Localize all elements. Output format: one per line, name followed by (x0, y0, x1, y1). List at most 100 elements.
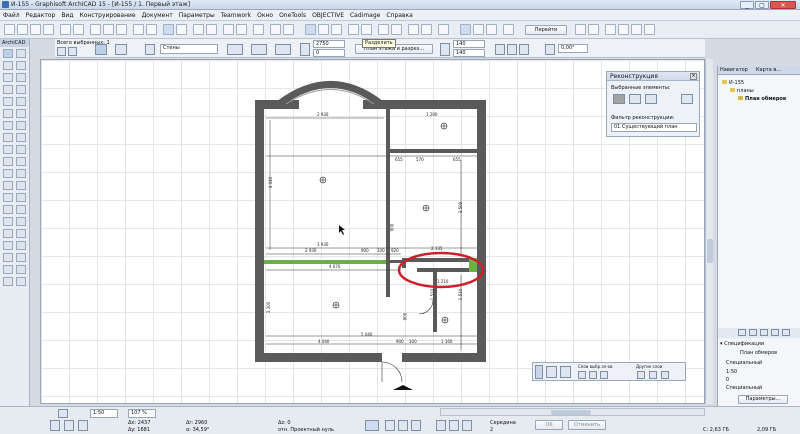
curtain-icon[interactable] (378, 24, 389, 35)
tree-item-survey-plan[interactable]: План обмеров (738, 96, 786, 102)
tree-root[interactable]: И-155 (722, 80, 744, 86)
polyline-tool-icon[interactable] (3, 217, 13, 226)
text-tool-icon[interactable] (16, 157, 26, 166)
rotate-icon[interactable] (391, 24, 402, 35)
ref-line-icon-2[interactable] (507, 44, 517, 55)
zoom-in-icon[interactable] (605, 24, 616, 35)
stretch-icon[interactable] (421, 24, 432, 35)
paste-icon[interactable] (116, 24, 127, 35)
snap-icon-2[interactable] (385, 420, 395, 431)
copy-icon[interactable] (103, 24, 114, 35)
offset-icon[interactable] (361, 24, 372, 35)
nav-btn-1[interactable] (738, 329, 746, 336)
nav-btn-4[interactable] (771, 329, 779, 336)
shell-tool-icon[interactable] (16, 85, 26, 94)
selection-icon[interactable] (57, 47, 66, 56)
horizontal-scroll-thumb[interactable] (551, 410, 591, 415)
spec-section[interactable]: ▾ Спецификации (720, 341, 764, 347)
layer-icon[interactable] (236, 24, 247, 35)
menu-onetools[interactable]: OneTools (276, 10, 309, 20)
scale-icon[interactable] (58, 409, 68, 418)
trim-icon[interactable] (348, 24, 359, 35)
tab-navigator[interactable]: Навигатор (720, 67, 748, 73)
coord-icon-3[interactable] (78, 420, 88, 431)
existing-icon[interactable] (613, 94, 625, 104)
maximize-button[interactable]: ▢ (755, 1, 769, 9)
other-lock-icon[interactable] (649, 371, 657, 379)
pencil-icon[interactable] (133, 24, 144, 35)
menu-objective[interactable]: OBJECTIVE (309, 10, 347, 20)
pet-palette-icon[interactable] (535, 365, 543, 379)
height-icon[interactable] (300, 43, 310, 56)
snap-icon-5[interactable] (436, 420, 446, 431)
arrow-tool-icon[interactable] (163, 24, 174, 35)
snap-icon-7[interactable] (462, 420, 472, 431)
split-icon[interactable] (305, 24, 316, 35)
pick-icon[interactable] (146, 24, 157, 35)
parameters-button[interactable]: Параметры... (738, 395, 788, 404)
filter-select[interactable]: 01 Существующий план (611, 123, 697, 132)
interior-tool-icon[interactable] (16, 265, 26, 274)
snap-icon-6[interactable] (449, 420, 459, 431)
section-tool-icon[interactable] (3, 253, 13, 262)
menu-cadimage[interactable]: Cadimage (347, 10, 383, 20)
group-icon[interactable] (438, 24, 449, 35)
pan-icon[interactable] (644, 24, 655, 35)
spline-tool-icon[interactable] (16, 217, 26, 226)
menu-design[interactable]: Конструирование (76, 10, 138, 20)
goto-button[interactable]: Перейти (525, 25, 567, 35)
grid-icon[interactable] (223, 24, 234, 35)
mesh-tool-icon[interactable] (16, 97, 26, 106)
menu-help[interactable]: Справка (383, 10, 415, 20)
menu-document[interactable]: Документ (139, 10, 176, 20)
menu-view[interactable]: Вид (58, 10, 76, 20)
detail-tool-icon[interactable] (16, 253, 26, 262)
cancel-button[interactable]: Отменить (568, 420, 606, 430)
railing-tool-icon[interactable] (16, 109, 26, 118)
roof-tool-icon[interactable] (3, 85, 13, 94)
curtain-tool-icon[interactable] (3, 121, 13, 130)
morph-tool-icon[interactable] (3, 97, 13, 106)
adjust-icon[interactable] (318, 24, 329, 35)
arrow-tool-icon[interactable] (3, 49, 13, 58)
floor-plan-icon[interactable] (473, 24, 484, 35)
ref-line-icon[interactable] (495, 44, 505, 55)
line-tool-icon[interactable] (3, 205, 13, 214)
fit-icon[interactable] (631, 24, 642, 35)
door-tool-icon[interactable] (16, 121, 26, 130)
vertical-scroll-thumb[interactable] (707, 239, 713, 263)
scale-field[interactable]: 1:50 (90, 409, 118, 418)
open-icon[interactable] (17, 24, 28, 35)
layer-lock-icon[interactable] (589, 371, 597, 379)
wallend-tool-icon[interactable] (16, 277, 26, 286)
3d-window-icon[interactable] (460, 24, 471, 35)
other-wire-icon[interactable] (661, 371, 669, 379)
angle-icon[interactable] (545, 44, 555, 55)
coord-icon[interactable] (50, 420, 60, 431)
lock-icon[interactable] (560, 366, 571, 378)
redo-icon[interactable] (73, 24, 84, 35)
nav-btn-3[interactable] (760, 329, 768, 336)
nav-btn-5[interactable] (782, 329, 790, 336)
close-icon[interactable]: × (690, 73, 697, 80)
window-tool-icon[interactable] (3, 133, 13, 142)
tree-folder-plans[interactable]: планы (730, 88, 754, 94)
demolish-icon[interactable] (629, 94, 641, 104)
marquee-tool-icon[interactable] (16, 49, 26, 58)
settings-icon[interactable] (68, 47, 77, 56)
new-icon[interactable] (4, 24, 15, 35)
fill-tool-icon[interactable] (3, 229, 13, 238)
angle-field[interactable]: 0,00° (558, 44, 588, 53)
layer-select[interactable]: Стены (160, 44, 218, 54)
stair-tool-icon[interactable] (3, 109, 13, 118)
save-icon[interactable] (30, 24, 41, 35)
ref-line-icon-3[interactable] (519, 44, 529, 55)
thickness-field[interactable]: 140 (453, 40, 485, 48)
print-icon[interactable] (43, 24, 54, 35)
arc-tool-icon[interactable] (16, 205, 26, 214)
slab-tool-icon[interactable] (16, 73, 26, 82)
snap-mode-icon[interactable] (365, 420, 379, 431)
tab-project-map[interactable]: Карта в... (756, 67, 781, 73)
nav-btn-2[interactable] (749, 329, 757, 336)
elevation-tool-icon[interactable] (16, 193, 26, 202)
